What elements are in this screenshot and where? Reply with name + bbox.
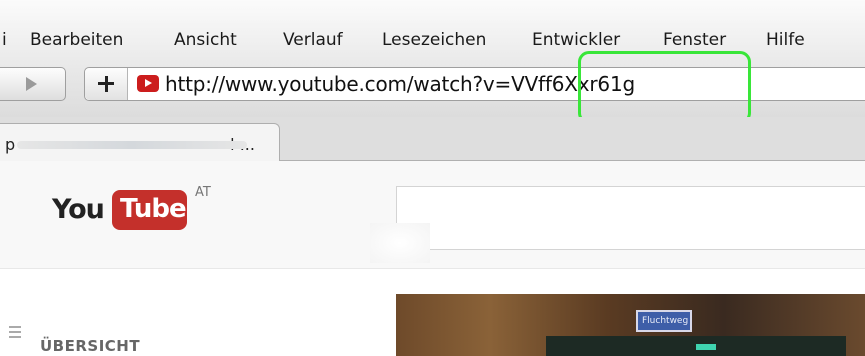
tab-title-blurred: [17, 141, 247, 149]
menu-item-history[interactable]: Verlauf: [283, 30, 343, 50]
url-text[interactable]: http://www.youtube.com/watch?v=VVff6Xxr6…: [165, 72, 635, 96]
youtube-logo-tube[interactable]: Tube: [112, 190, 187, 230]
webpage-content: You Tube AT ÜBERSICHT Fluchtweg: [0, 161, 865, 356]
exit-sign: Fluchtweg: [636, 310, 692, 332]
search-input[interactable]: [396, 186, 865, 250]
forward-button[interactable]: [0, 67, 66, 101]
menu-item-help[interactable]: Hilfe: [766, 30, 805, 50]
youtube-favicon-icon: [137, 75, 159, 92]
video-id-highlight-box: [578, 51, 751, 124]
sidebar-heading-overview[interactable]: ÜBERSICHT: [40, 337, 140, 355]
add-bookmark-plus-icon[interactable]: [85, 68, 128, 100]
menu-item-edit[interactable]: Bearbeiten: [30, 30, 123, 50]
exit-sign-text: Fluchtweg: [642, 316, 689, 326]
menu-item-developer[interactable]: Entwickler: [532, 30, 620, 50]
menu-item-partial[interactable]: i: [2, 30, 7, 50]
video-player-thumbnail[interactable]: Fluchtweg: [396, 294, 865, 356]
menu-item-bookmarks[interactable]: Lesezeichen: [382, 30, 486, 50]
menu-bar: i Bearbeiten Ansicht Verlauf Lesezeichen…: [0, 0, 865, 55]
region-code: AT: [195, 185, 211, 200]
menu-item-window[interactable]: Fenster: [663, 30, 726, 50]
tab-label-start: p: [5, 135, 16, 154]
url-prefix: http://www.youtube.com/watch?v: [165, 72, 495, 96]
masthead-divider: [0, 268, 865, 269]
blurred-area: [370, 223, 430, 263]
video-light: [696, 344, 716, 350]
tab-bar: pl ...: [0, 117, 865, 161]
guide-menu-icon[interactable]: [9, 326, 21, 341]
forward-arrow-icon: [26, 77, 37, 91]
menu-item-view[interactable]: Ansicht: [174, 30, 237, 50]
youtube-logo-tube-text: Tube: [120, 194, 187, 224]
tab-active[interactable]: pl ...: [0, 123, 280, 161]
youtube-logo-you[interactable]: You: [52, 194, 105, 225]
